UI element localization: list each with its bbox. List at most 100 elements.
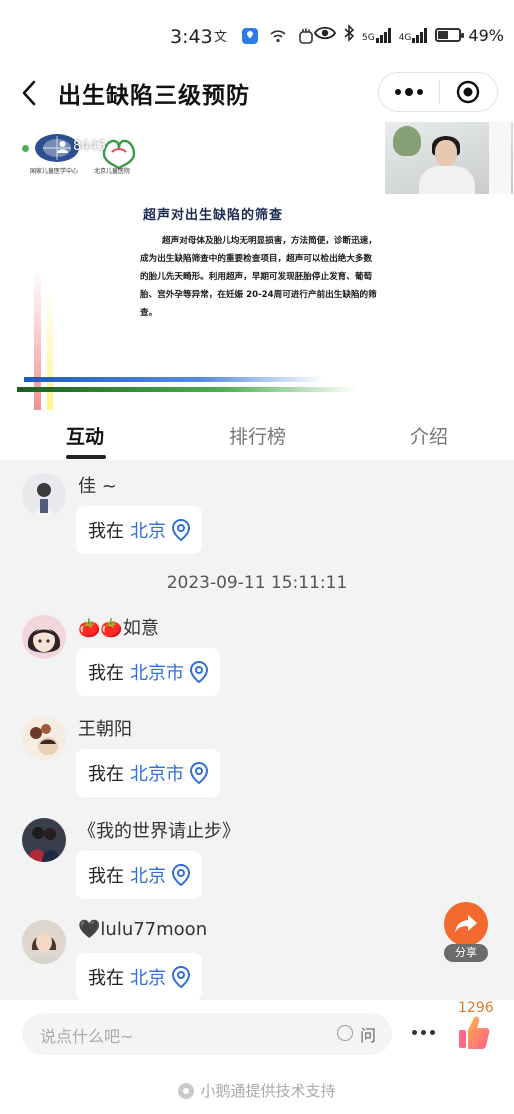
cam-speaker-head <box>435 140 457 166</box>
footer-text: 小鹅通提供技术支持 <box>200 1082 336 1100</box>
logo2-caption: 北京儿童医院 <box>94 168 131 175</box>
tab-ranking[interactable]: 排行榜 <box>229 422 286 449</box>
location-pin-icon <box>172 519 190 541</box>
location-pin-icon <box>190 661 208 683</box>
bottom-bar: 说点什么吧~ 问 1296 小鹅通提供技术支持 <box>0 1000 514 1114</box>
chat-timestamp: 2023-09-11 15:11:11 <box>166 573 348 593</box>
message-bubble: 我在 北京 <box>76 506 202 554</box>
more-button[interactable] <box>379 72 439 112</box>
more-options-button[interactable] <box>412 1022 442 1042</box>
live-video-area[interactable]: 8445 国家儿童医学中心 北京儿童医院 超声对出生缺陷的筛查 超声对母体及胎儿… <box>0 120 514 410</box>
eye-icon <box>313 25 337 45</box>
live-indicator-dot <box>22 145 29 152</box>
more-dots-icon-center <box>404 88 413 96</box>
slide-decoration-yellow-bar <box>47 290 53 410</box>
hand-icon <box>296 26 316 46</box>
viewer-person-icon <box>57 141 68 153</box>
battery-percent: 49% <box>468 25 504 45</box>
location-pin-icon <box>172 966 190 988</box>
page-title: 出生缺陷三级预防 <box>58 83 250 109</box>
share-circle <box>444 902 488 946</box>
more-dots-icon <box>394 89 401 95</box>
status-right-icons: 5G 4G 49% <box>313 24 504 46</box>
viewer-count-value: 8445 <box>73 139 107 154</box>
location-pin-icon <box>172 864 190 886</box>
comment-input[interactable]: 说点什么吧~ 问 <box>22 1013 392 1055</box>
avatar[interactable] <box>22 615 66 659</box>
net-4g-label: 4G <box>398 33 412 43</box>
shield-icon <box>240 26 260 46</box>
cam-speaker-body <box>419 166 475 194</box>
goose-logo-icon <box>178 1082 195 1099</box>
more-dot <box>412 1029 417 1035</box>
cam-plant <box>393 126 421 156</box>
bluetooth-icon <box>343 24 355 46</box>
share-button[interactable]: 分享 <box>444 902 490 962</box>
signal-4g-icon: 4G <box>399 27 429 43</box>
powered-by-footer: 小鹅通提供技术支持 <box>0 1080 514 1101</box>
location-city: 北京 <box>130 866 166 887</box>
message-bubble: 我在 北京市 <box>76 749 220 797</box>
translate-icon: 文 <box>212 26 232 46</box>
battery-fill <box>438 31 449 39</box>
tab-bar: 互动 排行榜 介绍 <box>0 410 514 460</box>
miniprogram-capsule <box>378 72 498 112</box>
username: 《我的世界请止步》 <box>78 821 240 842</box>
more-dots-icon-right <box>416 89 423 95</box>
back-button[interactable] <box>14 76 44 110</box>
location-city: 北京 <box>130 968 166 989</box>
location-prefix: 我在 <box>88 866 124 887</box>
avatar[interactable] <box>22 920 66 964</box>
location-city: 北京市 <box>130 663 184 684</box>
location-prefix: 我在 <box>88 764 124 785</box>
signal-5g-icon: 5G <box>362 27 392 43</box>
location-prefix: 我在 <box>88 663 124 684</box>
username: 🍅🍅如意 <box>78 618 159 639</box>
svg-text:文: 文 <box>214 30 227 45</box>
like-button[interactable] <box>456 1012 496 1054</box>
avatar[interactable] <box>22 473 66 517</box>
target-close-icon <box>457 80 480 104</box>
avatar[interactable] <box>22 716 66 760</box>
share-arrow-icon <box>455 915 477 933</box>
ask-question-label[interactable]: 问 <box>360 1022 376 1046</box>
cam-window <box>489 122 511 194</box>
thumbs-up-icon <box>459 1016 490 1049</box>
status-time: 3:43 <box>170 26 213 48</box>
viewer-count: 8445 <box>56 139 106 154</box>
location-prefix: 我在 <box>88 968 124 989</box>
status-left-icons: 文 <box>212 26 316 46</box>
username: 佳 ~ <box>78 476 117 497</box>
location-pin-icon <box>190 762 208 784</box>
location-prefix: 我在 <box>88 521 124 542</box>
back-arrow-icon <box>22 80 36 106</box>
wifi-small-icon <box>268 26 288 46</box>
more-dot <box>430 1029 435 1035</box>
username: 🖤lulu77moon <box>78 919 208 940</box>
close-button[interactable] <box>439 72 497 112</box>
logo1-caption: 国家儿童医学中心 <box>30 168 79 175</box>
slide-body: 超声对母体及胎儿均无明显损害，方法简便，诊断迅速，成为出生缺陷筛查中的重要检查项… <box>140 236 377 318</box>
username: 王朝阳 <box>78 719 132 740</box>
nav-header: 出生缺陷三级预防 <box>0 72 514 114</box>
tab-interaction[interactable]: 互动 <box>66 422 104 449</box>
slide-decoration-blue-bar <box>24 377 324 382</box>
slide-title: 超声对出生缺陷的筛查 <box>143 208 284 223</box>
speaker-camera-feed[interactable] <box>385 122 513 194</box>
message-bubble: 我在 北京 <box>76 851 202 899</box>
chat-list[interactable]: 佳 ~ 我在 北京 2023-09-11 15:11:11 🍅🍅如意 我在 北京… <box>0 460 514 1000</box>
location-city: 北京 <box>130 521 166 542</box>
comment-placeholder: 说点什么吧~ <box>40 1027 134 1046</box>
slide-decoration-green-bar <box>17 387 357 392</box>
net-5g-label: 5G <box>362 33 375 43</box>
battery-icon <box>435 28 465 42</box>
tab-active-indicator <box>66 455 106 459</box>
message-bubble: 我在 北京市 <box>76 648 220 696</box>
ask-question-radio[interactable] <box>337 1025 353 1041</box>
more-dot <box>421 1029 426 1035</box>
status-bar: 3:43 文 5G 4G 49% <box>0 0 514 72</box>
location-city: 北京市 <box>130 764 184 785</box>
share-label: 分享 <box>444 944 488 962</box>
tab-intro[interactable]: 介绍 <box>410 422 448 449</box>
avatar[interactable] <box>22 818 66 862</box>
